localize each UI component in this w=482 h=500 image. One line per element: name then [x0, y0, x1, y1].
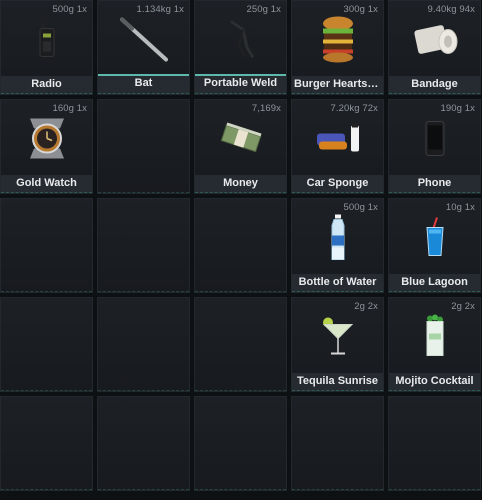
- inventory-slot-portable-weld[interactable]: 250g 1x Portable Weld: [194, 0, 287, 95]
- inventory-slot-bandage[interactable]: 9.40kg 94x Bandage: [388, 0, 481, 95]
- inventory-slot-gold-watch[interactable]: 160g 1x Gold Watch: [0, 99, 93, 194]
- inventory-slot-burger[interactable]: 300g 1x Burger Heartstopper: [291, 0, 384, 95]
- item-weight: 500g 1x: [343, 202, 378, 213]
- item-weight: 1.134kg 1x: [136, 4, 184, 15]
- water-bottle-icon: [328, 213, 348, 266]
- item-weight: 7.20kg 72x: [330, 103, 378, 114]
- inventory-slot-mojito[interactable]: 2g 2x Mojito Cocktail: [388, 297, 481, 392]
- item-name: Radio: [1, 76, 92, 94]
- inventory-slot-empty[interactable]: [97, 198, 190, 293]
- watch-icon: [20, 112, 74, 169]
- inventory-slot-car-sponge[interactable]: 7.20kg 72x Car Sponge: [291, 99, 384, 194]
- inventory-slot-empty[interactable]: [194, 297, 287, 392]
- item-weight: 7,169x: [251, 103, 281, 114]
- item-weight: 2g 2x: [451, 301, 475, 312]
- mojito-icon: [422, 313, 448, 364]
- inventory-slot-money[interactable]: 7,169x Money: [194, 99, 287, 194]
- inventory-slot-radio[interactable]: 500g 1x Radio: [0, 0, 93, 95]
- radio-icon: [35, 19, 59, 64]
- welder-icon: [221, 17, 261, 66]
- item-name: Tequila Sunrise: [292, 373, 383, 391]
- inventory-slot-empty[interactable]: [194, 198, 287, 293]
- inventory-slot-empty[interactable]: [0, 396, 93, 491]
- phone-icon: [424, 119, 446, 162]
- inventory-slot-bat[interactable]: 1.134kg 1x Bat: [97, 0, 190, 95]
- item-name: Money: [195, 175, 286, 193]
- item-name: Gold Watch: [1, 175, 92, 193]
- item-name: Bottle of Water: [292, 274, 383, 292]
- inventory-slot-blue-lagoon[interactable]: 10g 1x Blue Lagoon: [388, 198, 481, 293]
- item-weight: 250g 1x: [246, 4, 281, 15]
- item-name: Mojito Cocktail: [389, 373, 480, 391]
- item-weight: 2g 2x: [354, 301, 378, 312]
- item-name: Car Sponge: [292, 175, 383, 193]
- inventory-slot-tequila-sunrise[interactable]: 2g 2x Tequila Sunrise: [291, 297, 384, 392]
- car-sponge-icon: [313, 121, 363, 160]
- item-name: Bat: [98, 74, 189, 94]
- item-weight: 190g 1x: [440, 103, 475, 114]
- inventory-slot-empty[interactable]: [0, 297, 93, 392]
- item-weight: 10g 1x: [445, 202, 475, 213]
- item-weight: 300g 1x: [343, 4, 378, 15]
- item-name: Blue Lagoon: [389, 274, 480, 292]
- burger-icon: [319, 15, 357, 68]
- item-name: Phone: [389, 175, 480, 193]
- inventory-slot-empty[interactable]: [0, 198, 93, 293]
- inventory-slot-empty[interactable]: [388, 396, 481, 491]
- inventory-slot-empty[interactable]: [97, 396, 190, 491]
- money-icon: [219, 121, 263, 160]
- item-weight: 9.40kg 94x: [427, 4, 475, 15]
- inventory-slot-empty[interactable]: [291, 396, 384, 491]
- inventory-slot-phone[interactable]: 190g 1x Phone: [388, 99, 481, 194]
- bat-icon: [116, 15, 172, 68]
- blue-lagoon-icon: [423, 215, 447, 264]
- item-name: Burger Heartstopper: [292, 76, 383, 94]
- inventory-slot-empty[interactable]: [194, 396, 287, 491]
- inventory-slot-bottle-of-water[interactable]: 500g 1x Bottle of Water: [291, 198, 384, 293]
- item-name: Bandage: [389, 76, 480, 94]
- inventory-grid: 500g 1x Radio 1.134kg 1x Bat 250g 1x Por…: [0, 0, 482, 500]
- tequila-sunrise-icon: [320, 314, 356, 363]
- item-weight: 500g 1x: [52, 4, 87, 15]
- bandage-icon: [410, 19, 460, 64]
- inventory-slot-empty[interactable]: [97, 99, 190, 194]
- item-name: Portable Weld: [195, 74, 286, 94]
- inventory-slot-empty[interactable]: [97, 297, 190, 392]
